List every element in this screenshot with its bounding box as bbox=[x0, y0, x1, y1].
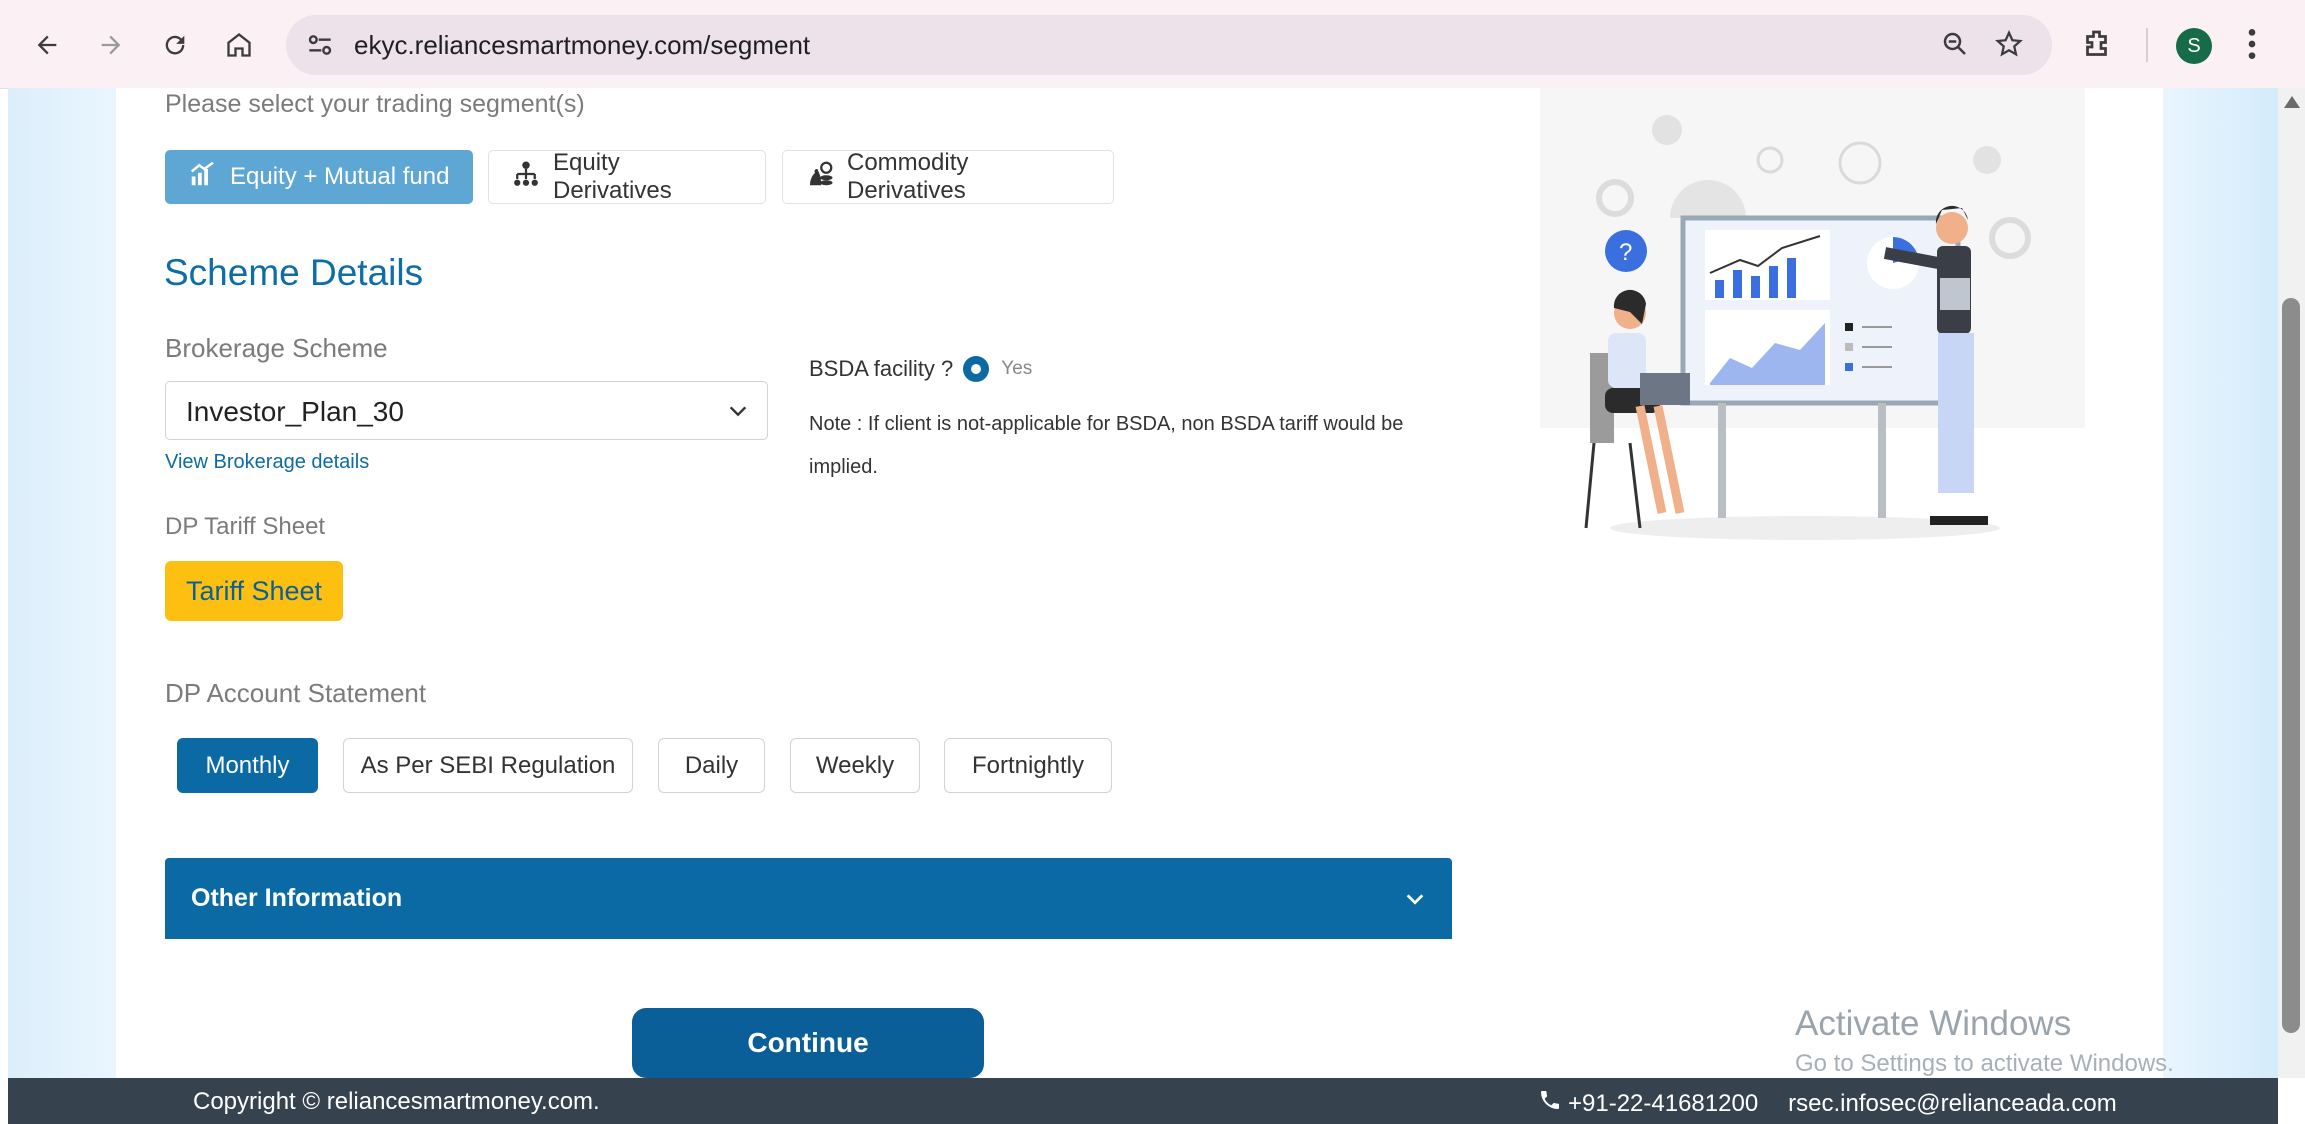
footer-phone[interactable]: +91-22-41681200 bbox=[1568, 1090, 1758, 1118]
other-information-title: Other Information bbox=[191, 884, 403, 912]
statement-daily-button[interactable]: Daily bbox=[658, 738, 765, 793]
equity-growth-icon bbox=[188, 159, 218, 196]
browser-toolbar: ekyc.reliancesmartmoney.com/segment S bbox=[0, 0, 2305, 89]
segment-label: Equity Derivatives bbox=[553, 149, 672, 204]
footer-contact: +91-22-41681200 rsec.infosec@relianceada… bbox=[1538, 1088, 2117, 1119]
commodity-coins-icon bbox=[805, 159, 835, 196]
svg-text:?: ? bbox=[1619, 239, 1632, 266]
vertical-scrollbar[interactable] bbox=[2278, 88, 2305, 1078]
chevron-down-icon bbox=[1404, 888, 1426, 915]
tariff-sheet-button[interactable]: Tariff Sheet bbox=[165, 561, 343, 621]
presentation-illustration: ? bbox=[1490, 88, 2120, 548]
bsda-facility: BSDA facility ? Yes bbox=[809, 356, 1032, 382]
toolbar-separator bbox=[2146, 28, 2148, 62]
home-icon[interactable] bbox=[216, 22, 262, 68]
activate-windows-title: Activate Windows bbox=[1795, 1004, 2072, 1043]
brokerage-scheme-value: Investor_Plan_30 bbox=[186, 396, 404, 427]
continue-button[interactable]: Continue bbox=[632, 1008, 984, 1078]
segment-label: Commodity Derivatives bbox=[847, 149, 969, 204]
dp-account-statement-label: DP Account Statement bbox=[165, 678, 427, 708]
brokerage-scheme-select[interactable]: Investor_Plan_30 bbox=[165, 381, 768, 440]
dp-tariff-label: DP Tariff Sheet bbox=[165, 513, 326, 540]
forward-icon[interactable] bbox=[88, 22, 134, 68]
statement-monthly-button[interactable]: Monthly bbox=[177, 738, 318, 793]
extensions-icon[interactable] bbox=[2080, 26, 2116, 67]
segment-prompt: Please select your trading segment(s) bbox=[165, 90, 585, 118]
address-bar[interactable]: ekyc.reliancesmartmoney.com/segment bbox=[286, 15, 2052, 75]
back-icon[interactable] bbox=[24, 22, 70, 68]
footer-copyright: Copyright © reliancesmartmoney.com. bbox=[193, 1088, 600, 1115]
statement-sebi-button[interactable]: As Per SEBI Regulation bbox=[343, 738, 633, 793]
footer: Copyright © reliancesmartmoney.com. +91-… bbox=[8, 1078, 2278, 1124]
menu-kebab-icon[interactable] bbox=[2246, 24, 2258, 69]
zoom-icon[interactable] bbox=[1940, 29, 1970, 64]
segment-equity-mf-button[interactable]: Equity + Mutual fund bbox=[165, 150, 473, 204]
bsda-yes-label: Yes bbox=[1001, 358, 1033, 379]
reload-icon[interactable] bbox=[152, 22, 198, 68]
brokerage-scheme-label: Brokerage Scheme bbox=[165, 333, 388, 363]
profile-avatar[interactable]: S bbox=[2176, 28, 2212, 64]
scroll-up-arrow-icon[interactable] bbox=[2284, 96, 2300, 108]
statement-fortnightly-button[interactable]: Fortnightly bbox=[944, 738, 1112, 793]
segment-label: Equity + Mutual fund bbox=[230, 163, 450, 190]
bsda-yes-radio[interactable] bbox=[963, 356, 990, 382]
other-information-accordion[interactable]: Other Information bbox=[165, 858, 1452, 939]
activate-windows-subtitle: Go to Settings to activate Windows. bbox=[1795, 1050, 2174, 1077]
chevron-down-icon bbox=[727, 400, 749, 427]
scroll-thumb[interactable] bbox=[2282, 298, 2300, 1033]
segment-commodity-derivatives-button[interactable]: Commodity Derivatives bbox=[782, 149, 1114, 204]
bookmark-star-icon[interactable] bbox=[1994, 29, 2024, 64]
phone-icon bbox=[1538, 1088, 1562, 1119]
bsda-label: BSDA facility ? bbox=[809, 356, 954, 381]
url-text[interactable]: ekyc.reliancesmartmoney.com/segment bbox=[354, 30, 810, 61]
site-settings-icon[interactable] bbox=[304, 29, 336, 66]
view-brokerage-details-link[interactable]: View Brokerage details bbox=[165, 451, 369, 474]
segment-equity-derivatives-button[interactable]: Equity Derivatives bbox=[488, 149, 766, 204]
bsda-note: Note : If client is not-applicable for B… bbox=[809, 413, 1404, 478]
footer-email[interactable]: rsec.infosec@relianceada.com bbox=[1788, 1090, 2117, 1118]
statement-weekly-button[interactable]: Weekly bbox=[790, 738, 920, 793]
hierarchy-icon bbox=[511, 159, 541, 196]
scheme-details-heading: Scheme Details bbox=[164, 252, 424, 293]
